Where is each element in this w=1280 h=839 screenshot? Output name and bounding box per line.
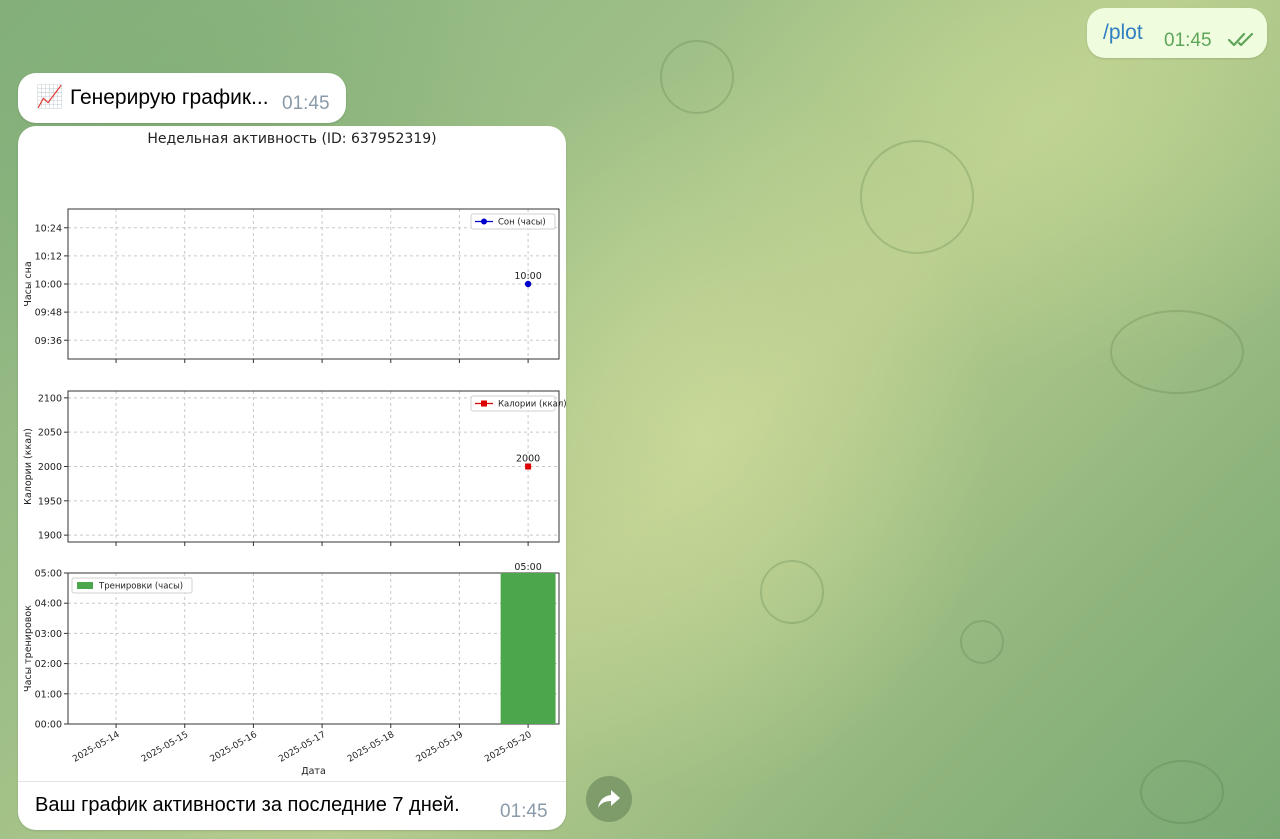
legend-marker: [481, 400, 487, 407]
message-time: 01:45: [282, 93, 330, 114]
y-axis-label: Часы сна: [23, 261, 34, 306]
bar: [500, 573, 556, 724]
wallpaper-doodle: [660, 40, 734, 114]
message-time: 01:45: [1164, 30, 1212, 51]
caption-text: Ваш график активности за последние 7 дне…: [35, 794, 460, 816]
y-tick-label: 2100: [38, 393, 62, 404]
wallpaper-doodle: [1110, 310, 1244, 394]
y-tick-label: 09:48: [35, 308, 62, 319]
y-tick-label: 09:36: [35, 336, 62, 347]
wallpaper-doodle: [1140, 760, 1224, 824]
x-axis-label: Дата: [301, 766, 326, 777]
y-tick-label: 2050: [38, 428, 62, 439]
y-tick-label: 1950: [38, 496, 62, 507]
y-tick-label: 00:00: [35, 720, 62, 731]
legend-label: Калории (ккал): [498, 400, 566, 410]
y-tick-label: 10:24: [35, 223, 62, 234]
x-tick-label: 2025-05-17: [277, 730, 327, 765]
incoming-status-message[interactable]: 📈 Генерирую график... 01:45: [18, 73, 346, 123]
y-tick-label: 10:12: [35, 251, 62, 262]
y-tick-label: 1900: [38, 531, 62, 542]
x-tick-label: 2025-05-16: [209, 730, 260, 765]
outgoing-message[interactable]: /plot 01:45: [1087, 8, 1267, 58]
legend-label: Тренировки (часы): [98, 582, 183, 592]
x-tick-label: 2025-05-18: [346, 730, 397, 765]
data-label: 2000: [516, 454, 540, 465]
activity-chart[interactable]: 09:3609:4810:0010:1210:24Часы сна 10:00Со…: [18, 126, 566, 782]
y-axis-label: Часы тренировок: [23, 605, 34, 692]
y-tick-label: 2000: [38, 462, 62, 473]
y-tick-label: 02:00: [35, 659, 62, 670]
y-axis-label: Калории (ккал): [23, 428, 34, 505]
double-check-icon: [1227, 32, 1254, 47]
share-icon: [598, 790, 620, 808]
chart-emoji-icon: 📈: [36, 84, 64, 109]
status-text: Генерирую график...: [70, 86, 269, 109]
command-link[interactable]: /plot: [1103, 21, 1143, 45]
y-tick-label: 03:00: [35, 629, 62, 640]
x-tick-label: 2025-05-19: [415, 730, 466, 765]
y-tick-label: 05:00: [35, 569, 62, 580]
wallpaper-doodle: [960, 620, 1004, 664]
y-tick-label: 01:00: [35, 689, 62, 700]
legend-label: Сон (часы): [498, 218, 546, 228]
x-tick-label: 2025-05-15: [140, 730, 190, 765]
wallpaper-doodle: [860, 140, 974, 254]
incoming-photo-message[interactable]: Недельная активность (ID: 637952319) 09:…: [18, 126, 566, 830]
legend-swatch: [77, 582, 93, 589]
x-tick-label: 2025-05-20: [483, 730, 534, 765]
y-tick-label: 04:00: [35, 599, 62, 610]
data-label: 05:00: [514, 562, 541, 573]
y-tick-label: 10:00: [35, 280, 62, 291]
wallpaper-doodle: [760, 560, 824, 624]
data-label: 10:00: [514, 271, 541, 282]
legend-marker: [481, 218, 487, 225]
message-time: 01:45: [500, 801, 548, 822]
share-button[interactable]: [586, 776, 632, 822]
plot-frame: [67, 572, 560, 725]
x-tick-label: 2025-05-14: [71, 730, 122, 765]
